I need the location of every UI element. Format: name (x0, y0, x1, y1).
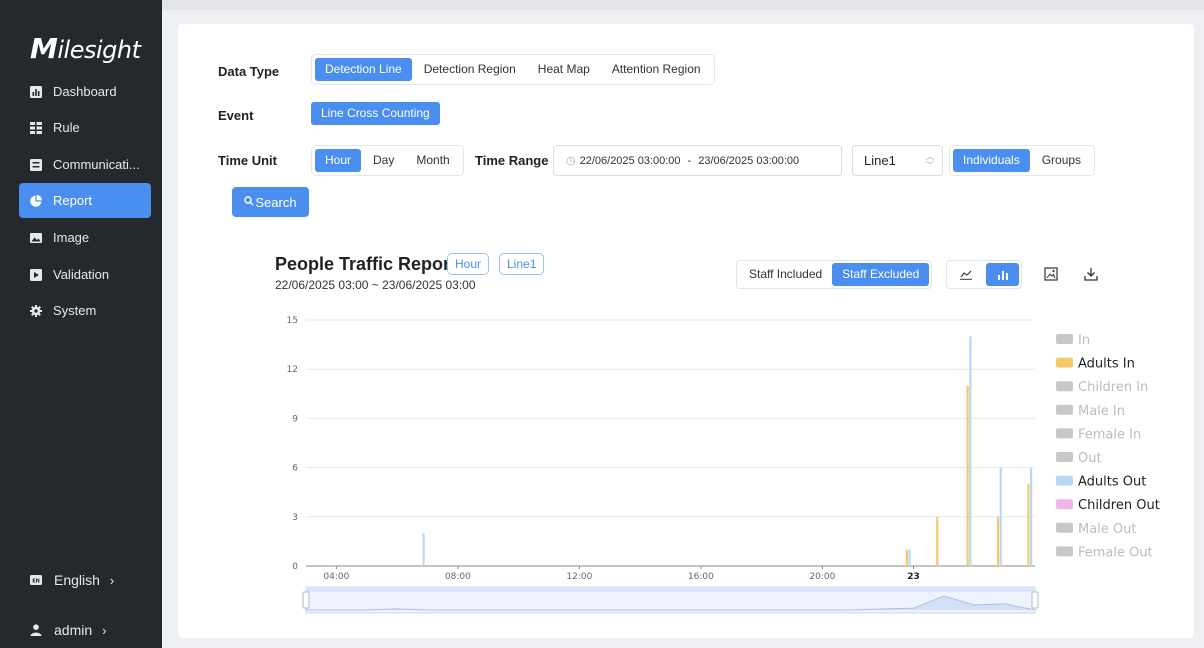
sidebar-item-label: Rule (53, 120, 80, 135)
legend-item: Adults Out (1078, 475, 1146, 490)
x-tick-label: 04:00 (323, 572, 349, 582)
legend-swatch (1056, 428, 1073, 439)
zoom-slider-topbar (306, 587, 1035, 592)
svg-text:EN: EN (32, 578, 40, 584)
y-tick-label: 3 (292, 513, 298, 523)
legend-item: Out (1078, 451, 1102, 466)
sidebar-item-system[interactable]: System (19, 293, 151, 328)
language-icon: EN (30, 574, 42, 586)
sidebar-item-rule[interactable]: Rule (19, 110, 151, 145)
legend-swatch (1056, 357, 1073, 368)
legend-item: In (1078, 333, 1090, 348)
x-tick-label: 08:00 (445, 572, 471, 582)
language-selector[interactable]: EN English › (30, 572, 114, 588)
legend-item: Adults In (1078, 357, 1135, 372)
pie-chart-icon (30, 194, 42, 207)
bar-adults-in (1027, 484, 1030, 566)
bar-adults-in (996, 516, 1000, 566)
chevron-right-icon: › (109, 572, 115, 588)
communication-icon (30, 158, 42, 171)
sidebar: Milesight Dashboard Rule Communicati... … (0, 0, 162, 648)
zoom-handle-right[interactable] (1031, 591, 1039, 609)
user-icon (30, 624, 42, 636)
sidebar-item-communication[interactable]: Communicati... (19, 147, 151, 182)
bar-adults-out (969, 336, 972, 566)
people-traffic-chart: 0 3 6 9 12 15 04:00 08:00 12:00 16:00 20:00 23 In Adu… (287, 316, 1160, 614)
legend-swatch (1056, 452, 1073, 462)
legend-swatch (1056, 404, 1073, 415)
bar-adults-in (936, 516, 939, 566)
sidebar-item-label: Dashboard (53, 84, 117, 99)
brand-logo: Milesight (30, 32, 141, 65)
bar-adults-out (908, 549, 911, 566)
bar-adults-out (1030, 467, 1033, 566)
bar-adults-in (966, 385, 969, 566)
legend-item: Female In (1078, 427, 1141, 442)
gear-icon (30, 304, 42, 317)
legend-swatch (1056, 334, 1073, 344)
sidebar-item-label: System (53, 303, 97, 318)
chevron-right-icon: › (102, 622, 107, 638)
legend-swatch (1056, 475, 1073, 486)
bar-adults-out (422, 533, 425, 566)
image-icon (30, 232, 42, 244)
report-panel: Data Type Detection Line Detection Regio… (178, 24, 1194, 638)
sidebar-item-label: Image (53, 230, 90, 245)
legend-item: Male Out (1078, 522, 1137, 537)
legend-item: Children Out (1078, 498, 1160, 513)
sidebar-item-validation[interactable]: Validation (19, 257, 151, 292)
sidebar-item-label: Report (53, 193, 93, 208)
legend-item: Children In (1078, 380, 1148, 395)
user-label: admin (54, 622, 93, 638)
legend-swatch (1056, 522, 1073, 533)
validation-icon (30, 268, 42, 281)
rule-icon (30, 121, 42, 134)
brand-text: ilesight (57, 36, 141, 64)
legend-swatch (1056, 499, 1073, 510)
bar-chart-icon (30, 85, 42, 98)
language-label: English (54, 572, 100, 588)
y-tick-label: 6 (292, 464, 298, 474)
y-tick-label: 9 (292, 414, 298, 424)
y-tick-label: 15 (287, 316, 298, 326)
bar-adults-out (999, 467, 1002, 566)
x-tick-label: 20:00 (809, 572, 835, 582)
sidebar-item-report[interactable]: Report (19, 183, 151, 218)
zoom-handle-left[interactable] (302, 591, 310, 609)
x-tick-label: 16:00 (688, 572, 714, 582)
top-strip (162, 0, 1204, 10)
sidebar-item-label: Communicati... (53, 157, 140, 172)
legend-item: Female Out (1078, 545, 1153, 560)
sidebar-item-image[interactable]: Image (19, 220, 151, 255)
user-menu[interactable]: admin › (30, 622, 106, 638)
sidebar-item-label: Validation (53, 267, 110, 282)
x-tick-label: 23 (907, 572, 920, 582)
legend-swatch (1056, 381, 1073, 392)
y-tick-label: 12 (287, 365, 298, 375)
legend-item: Male In (1078, 404, 1125, 419)
y-tick-label: 0 (292, 562, 298, 572)
bar-adults-in (905, 549, 908, 566)
legend-swatch (1056, 546, 1073, 557)
x-tick-label: 12:00 (566, 572, 592, 582)
sidebar-item-dashboard[interactable]: Dashboard (19, 74, 151, 109)
